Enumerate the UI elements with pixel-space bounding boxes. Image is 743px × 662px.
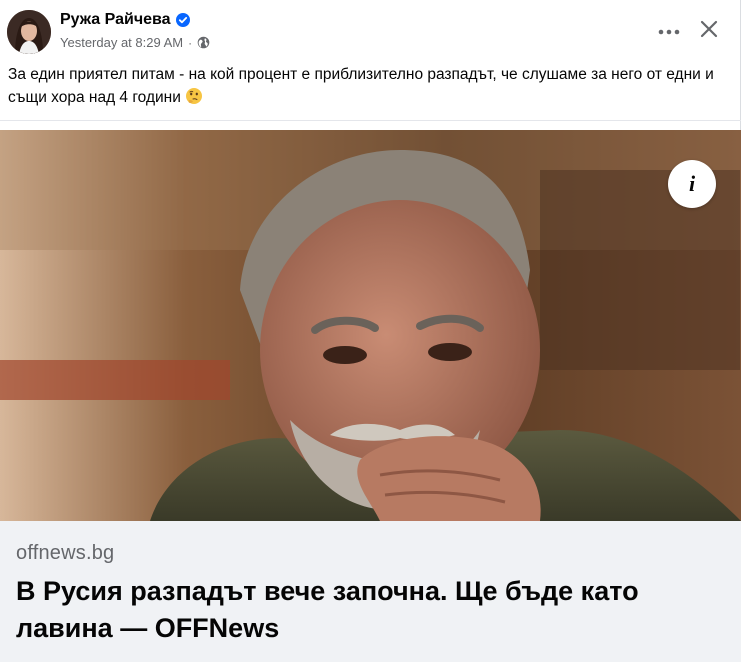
meta-separator: · bbox=[188, 35, 193, 50]
link-preview-card[interactable]: i offnews.bg В Русия разпадът вече започ… bbox=[0, 120, 741, 662]
post-header: Ружа Райчева Yesterday at 8:29 AM · bbox=[0, 0, 741, 62]
info-button[interactable]: i bbox=[668, 160, 716, 208]
post-meta: Yesterday at 8:29 AM · bbox=[60, 35, 210, 50]
link-preview-image[interactable]: i bbox=[0, 130, 741, 521]
author-name-text[interactable]: Ружа Райчева bbox=[60, 11, 171, 29]
globe-icon[interactable] bbox=[197, 36, 210, 49]
verified-badge-icon bbox=[175, 13, 190, 27]
close-button[interactable] bbox=[693, 15, 725, 47]
more-options-button[interactable] bbox=[653, 15, 685, 47]
post-message: За един приятел питам - на кой процент е… bbox=[8, 63, 728, 109]
author-avatar[interactable] bbox=[7, 10, 51, 54]
author-name[interactable]: Ружа Райчева bbox=[60, 11, 190, 29]
link-title[interactable]: В Русия разпадът вече започна. Ще бъде к… bbox=[16, 573, 726, 647]
close-icon bbox=[700, 20, 718, 43]
more-horizontal-icon bbox=[658, 22, 680, 40]
post-message-text: За един приятел питам - на кой процент е… bbox=[8, 66, 714, 106]
thinking-face-icon bbox=[185, 87, 203, 105]
post-timestamp[interactable]: Yesterday at 8:29 AM bbox=[60, 35, 183, 50]
facebook-post: Ружа Райчева Yesterday at 8:29 AM · За е… bbox=[0, 0, 741, 662]
link-domain: offnews.bg bbox=[16, 542, 115, 564]
info-icon: i bbox=[688, 171, 696, 196]
link-preview-footer[interactable]: offnews.bg В Русия разпадът вече започна… bbox=[0, 521, 741, 662]
